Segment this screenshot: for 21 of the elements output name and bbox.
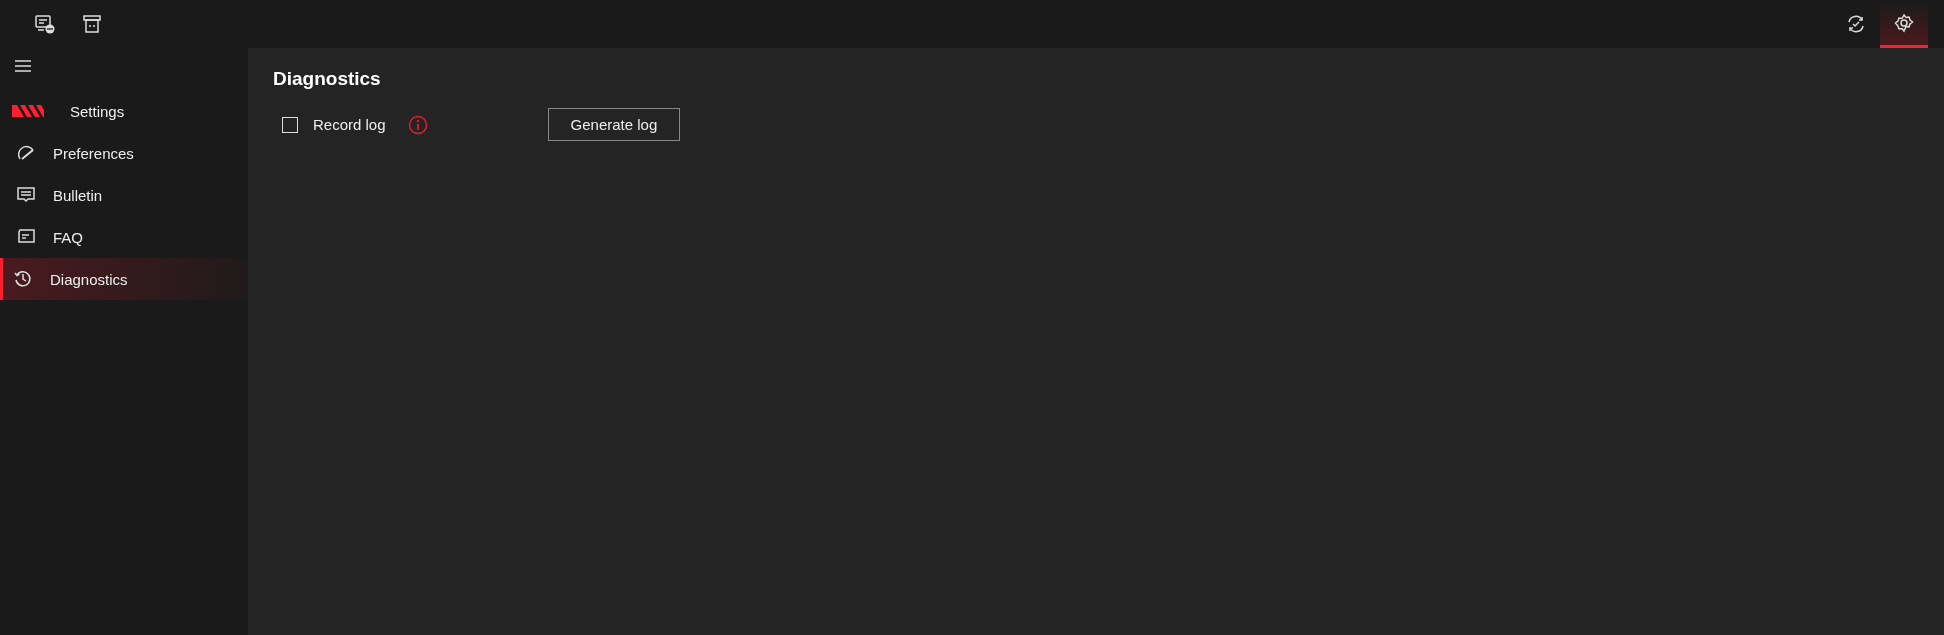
settings-button[interactable] xyxy=(1880,0,1928,48)
gauge-icon xyxy=(16,144,36,162)
settings-icon xyxy=(1894,12,1914,33)
sidebar-item[interactable]: Bulletin xyxy=(0,174,248,216)
checkbox-label: Record log xyxy=(313,116,386,133)
stripes-logo-icon xyxy=(12,105,44,117)
monitor-chat-icon[interactable] xyxy=(34,14,56,34)
sidebar-item[interactable]: FAQ xyxy=(0,216,248,258)
checkbox[interactable] xyxy=(282,116,298,133)
chat-icon xyxy=(16,228,36,246)
sidebar-item[interactable]: Diagnostics xyxy=(0,258,248,300)
info-icon[interactable] xyxy=(407,114,428,135)
sync-icon xyxy=(1846,14,1866,34)
sidebar-item[interactable]: Preferences xyxy=(0,132,248,174)
printer-icon[interactable] xyxy=(82,14,102,34)
sidebar-title: Settings xyxy=(70,102,125,120)
history-icon xyxy=(13,269,33,289)
generate-log-button[interactable]: Generate log xyxy=(547,108,681,141)
message-icon xyxy=(16,186,36,204)
menu-icon[interactable] xyxy=(14,59,32,73)
page-heading: Diagnostics xyxy=(273,68,382,90)
